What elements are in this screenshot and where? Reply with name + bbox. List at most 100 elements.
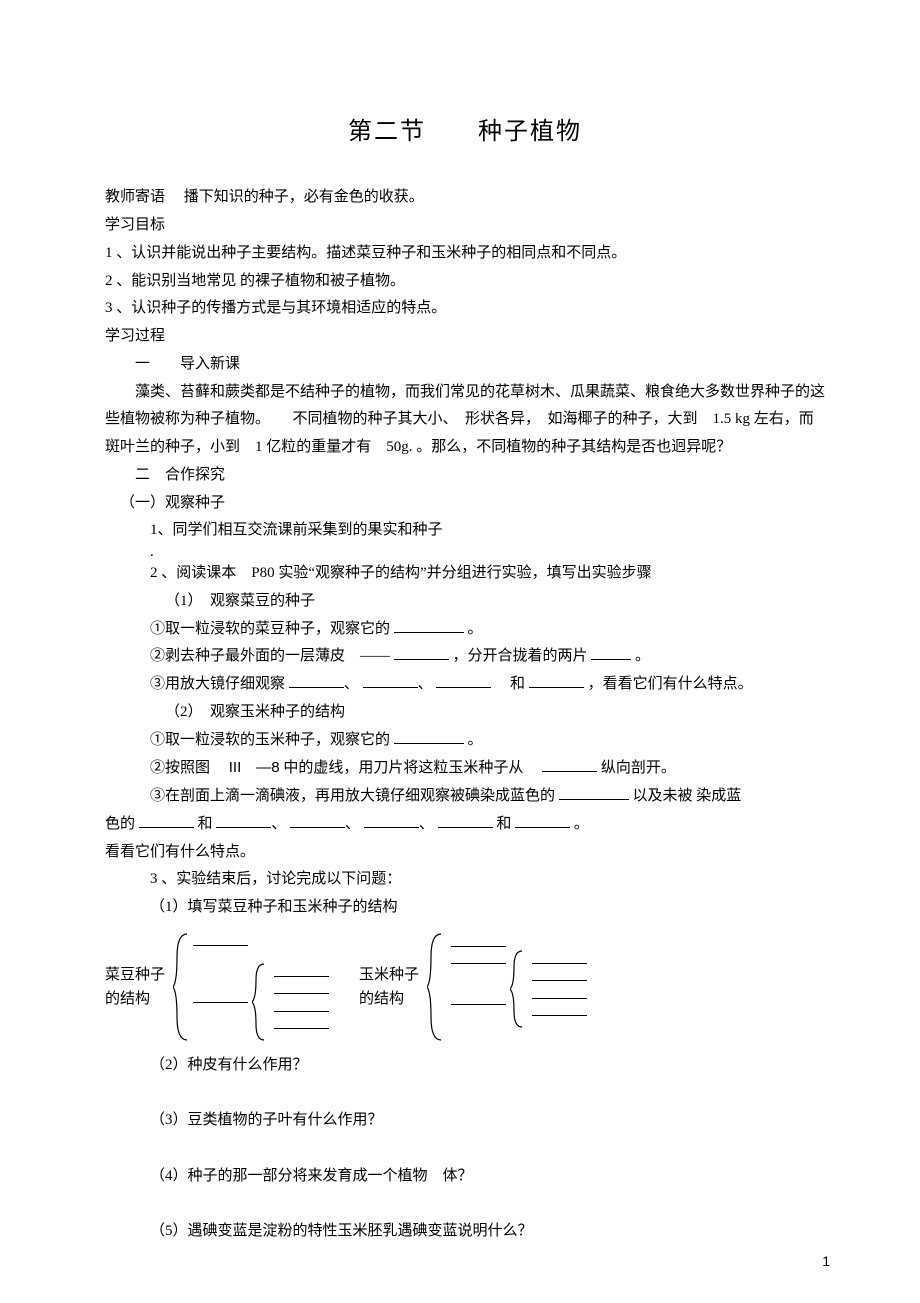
s22c-c: 色的 (105, 816, 135, 832)
inner-group (528, 954, 587, 1024)
s22c-end: 。 (574, 816, 589, 832)
step-2-1-header: （1） 观察菜豆的种子 (105, 588, 825, 616)
section-2-header: 二 合作探究 (105, 462, 825, 490)
outer-group (447, 937, 587, 1037)
blank[interactable] (559, 784, 629, 800)
objectives-header: 学习目标 (105, 212, 825, 240)
step-3: 3 、实验结束后，讨论完成以下问题： (105, 866, 825, 894)
q3-5: （5）遇碘变蓝是淀粉的特性玉米胚乳遇碘变蓝说明什么？ (105, 1218, 825, 1246)
blank[interactable] (529, 672, 584, 688)
spacer (105, 1080, 825, 1108)
step-1: 1、同学们相互交流课前采集到的果实和种子 (105, 517, 825, 545)
subsection-1-header: （一）观察种子 (105, 490, 825, 518)
s21b-b: ，分开合拢着的两片 (453, 648, 588, 664)
section-1-header: 一 导入新课 (105, 351, 825, 379)
step-2-1b: ②剥去种子最外面的一层薄皮 —— ，分开合拢着的两片 。 (105, 643, 825, 671)
process-header: 学习过程 (105, 323, 825, 351)
blank[interactable] (542, 756, 597, 772)
s21a-a: ①取一粒浸软的菜豆种子，观察它的 (150, 621, 390, 637)
blank-line[interactable] (532, 1014, 587, 1016)
s21a-end: 。 (468, 621, 483, 637)
teacher-note-text: 播下知识的种子，必有金色的收获。 (184, 189, 424, 205)
s22b-a: ②按照图 (150, 760, 225, 776)
s22a-a: ①取一粒浸软的玉米种子，观察它的 (150, 732, 390, 748)
step-2-2b: ②按照图 III —8 中的虚线，用刀片将这粒玉米种子从 纵向剖开。 (105, 754, 825, 783)
structure-diagram: 菜豆种子 的结构 (105, 932, 825, 1042)
step-2-2a: ①取一粒浸软的玉米种子，观察它的 。 (105, 727, 825, 755)
s22a-end: 。 (468, 732, 483, 748)
blank-line[interactable] (274, 975, 329, 977)
blank[interactable] (363, 672, 418, 688)
blank[interactable] (515, 812, 570, 828)
s22c-and2: 和 (496, 816, 511, 832)
brace-icon (510, 949, 524, 1029)
s21c-end: ，看看它们有什么特点。 (588, 676, 753, 692)
blank[interactable] (364, 812, 419, 828)
s21c-and: 和 (495, 676, 525, 692)
blank[interactable] (591, 644, 631, 660)
brace-icon (173, 932, 189, 1042)
intro-paragraph: 藻类、苔藓和蕨类都是不结种子的植物，而我们常见的花草树木、瓜果蔬菜、粮食绝大多数… (105, 379, 825, 462)
objective-3: 3 、认识种子的传播方式是与其环境相适应的特点。 (105, 295, 825, 323)
brace-icon (427, 932, 443, 1042)
spacer (105, 1191, 825, 1219)
q3-3: （3）豆类植物的子叶有什么作用？ (105, 1107, 825, 1135)
brace-icon (252, 962, 266, 1042)
blank[interactable] (394, 644, 449, 660)
s22c-b: 以及未被 染成蓝 (633, 788, 742, 804)
blank-line[interactable] (532, 997, 587, 999)
diagram-right: 玉米种子 的结构 (359, 932, 587, 1042)
objective-2: 2 、能识别当地常见 的裸子植物和被子植物。 (105, 268, 825, 296)
s22b-d: 纵向剖开。 (601, 760, 676, 776)
objective-1: 1 、认识并能说出种子主要结构。描述菜豆种子和玉米种子的相同点和不同点。 (105, 240, 825, 268)
step-3-1: （1）填写菜豆种子和玉米种子的结构 (105, 894, 825, 922)
blank-line[interactable] (193, 937, 248, 946)
blank[interactable] (438, 812, 493, 828)
s22c-a: ③在剖面上滴一滴碘液，再用放大镜仔细观察被碘染成蓝色的 (150, 788, 555, 804)
s21b-c: 。 (635, 648, 650, 664)
blank[interactable] (139, 812, 194, 828)
inner-group (270, 967, 329, 1037)
blank-line[interactable] (532, 962, 587, 964)
blank-line[interactable] (193, 1001, 248, 1003)
diag-left-b: 的结构 (105, 991, 150, 1007)
blank[interactable] (394, 728, 464, 744)
blank-line[interactable] (274, 992, 329, 994)
blank[interactable] (394, 617, 464, 633)
s22b-b: III —8 (229, 759, 280, 776)
step-2-2c: ③在剖面上滴一滴碘液，再用放大镜仔细观察被碘染成蓝色的 以及未被 染成蓝 (105, 783, 825, 811)
outer-group (193, 937, 329, 1037)
page-number: 1 (822, 1249, 830, 1275)
blank-line[interactable] (532, 979, 587, 981)
blank-line[interactable] (274, 1010, 329, 1012)
diagram-left: 菜豆种子 的结构 (105, 932, 329, 1042)
blank-line[interactable] (451, 962, 506, 964)
s22c-and1: 和 (198, 816, 213, 832)
blank[interactable] (289, 672, 344, 688)
blank[interactable] (216, 812, 271, 828)
blank[interactable] (290, 812, 345, 828)
blank-line[interactable] (274, 1027, 329, 1029)
dot: . (105, 545, 825, 560)
step-2-1a: ①取一粒浸软的菜豆种子，观察它的 。 (105, 616, 825, 644)
diag-left-label: 菜豆种子 的结构 (105, 963, 169, 1011)
step-2: 2 、阅读课本 P80 实验“观察种子的结构”并分组进行实验，填写出实验步骤 (105, 560, 825, 588)
diag-right-b: 的结构 (359, 991, 404, 1007)
intro-text: 藻类、苔藓和蕨类都是不结种子的植物，而我们常见的花草树木、瓜果蔬菜、粮食绝大多数… (105, 384, 825, 456)
diag-right-label: 玉米种子 的结构 (359, 963, 423, 1011)
s21b-a: ②剥去种子最外面的一层薄皮 —— (150, 648, 390, 664)
teacher-note-line: 教师寄语 播下知识的种子，必有金色的收获。 (105, 184, 825, 212)
s21c-a: ③用放大镜仔细观察 (150, 676, 285, 692)
s22b-c: 中的虚线，用刀片将这粒玉米种子从 (283, 760, 538, 776)
step-2-2c-cont: 色的 和 、 、 、 和 。 (105, 811, 825, 839)
blank-line[interactable] (451, 1003, 506, 1005)
step-2-2c-last: 看看它们有什么特点。 (105, 839, 825, 867)
page-title: 第二节 种子植物 (105, 110, 825, 154)
teacher-note-label: 教师寄语 (105, 189, 165, 205)
diag-left-a: 菜豆种子 (105, 967, 165, 983)
q3-4: （4）种子的那一部分将来发育成一个植物 体？ (105, 1163, 825, 1191)
blank-line[interactable] (451, 945, 506, 947)
document-page: 第二节 种子植物 教师寄语 播下知识的种子，必有金色的收获。 学习目标 1 、认… (0, 0, 920, 1303)
blank[interactable] (436, 672, 491, 688)
step-2-1c: ③用放大镜仔细观察 、 、 和 ，看看它们有什么特点。 (105, 671, 825, 699)
